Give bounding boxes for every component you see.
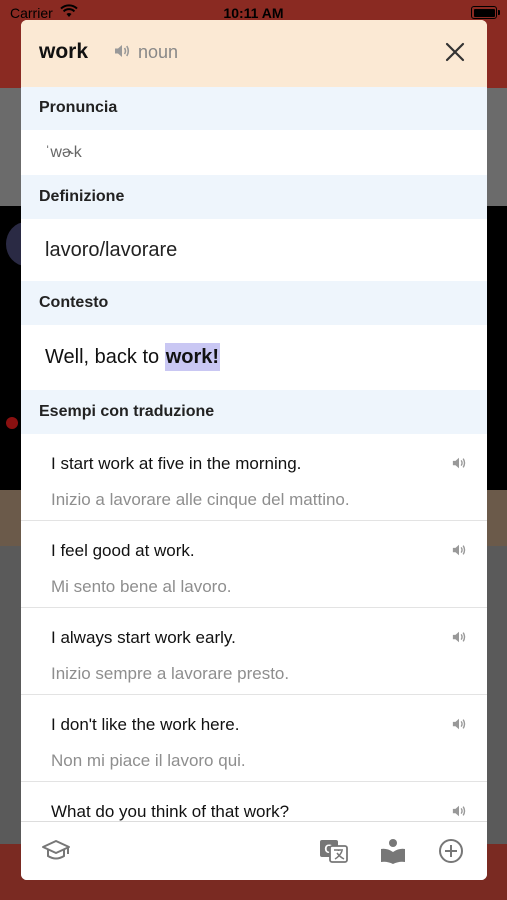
example-italian: Non mi piace il lavoro qui.: [51, 751, 246, 770]
speaker-icon[interactable]: [113, 43, 131, 64]
example-item: I start work at five in the morning. Ini…: [21, 434, 487, 521]
context-prefix: Well, back to: [45, 346, 165, 368]
pronunciation-text: ˈwɚk: [45, 144, 82, 161]
speaker-icon[interactable]: [451, 630, 467, 649]
speaker-icon[interactable]: [451, 717, 467, 736]
clock: 10:11 AM: [223, 5, 284, 21]
popup-toolbar: G: [21, 821, 487, 880]
pronunciation-heading: Pronuncia: [21, 86, 487, 130]
word-title: work: [39, 40, 89, 63]
examples-heading: Esempi con traduzione: [21, 390, 487, 434]
example-italian: Inizio sempre a lavorare presto.: [51, 664, 290, 683]
reader-icon[interactable]: [379, 838, 407, 869]
graduation-cap-icon[interactable]: [41, 838, 71, 869]
close-icon[interactable]: [445, 42, 465, 62]
word-popup: work noun Pronuncia ˈwɚk Definizione lav…: [21, 20, 487, 880]
add-circle-icon[interactable]: [437, 838, 465, 869]
example-item: I don't like the work here. Non mi piace…: [21, 695, 487, 782]
example-item: I feel good at work. Mi sento bene al la…: [21, 521, 487, 608]
context-highlight: work!: [164, 343, 221, 371]
popup-header: work noun: [21, 20, 487, 87]
context-heading: Contesto: [21, 281, 487, 325]
definition-heading: Definizione: [21, 175, 487, 219]
example-item: What do you think of that work?: [21, 782, 487, 821]
battery-icon: [471, 6, 500, 19]
speaker-icon[interactable]: [451, 804, 467, 821]
status-bar: Carrier 10:11 AM: [0, 0, 507, 26]
examples-list[interactable]: I start work at five in the morning. Ini…: [21, 434, 487, 821]
example-english: I don't like the work here.: [51, 715, 240, 734]
translate-icon[interactable]: G: [319, 838, 349, 869]
background-progress-dot: [6, 417, 18, 429]
example-italian: Mi sento bene al lavoro.: [51, 577, 232, 596]
speaker-icon[interactable]: [451, 456, 467, 475]
example-item: I always start work early. Inizio sempre…: [21, 608, 487, 695]
definition-text: lavoro/lavorare: [45, 239, 178, 261]
speaker-icon[interactable]: [451, 543, 467, 562]
example-english: What do you think of that work?: [51, 802, 290, 821]
example-italian: Inizio a lavorare alle cinque del mattin…: [51, 490, 350, 509]
example-english: I start work at five in the morning.: [51, 454, 302, 473]
part-of-speech: noun: [138, 42, 179, 62]
example-english: I always start work early.: [51, 628, 236, 647]
example-english: I feel good at work.: [51, 541, 195, 560]
context-sentence: Well, back to work!: [21, 325, 487, 390]
